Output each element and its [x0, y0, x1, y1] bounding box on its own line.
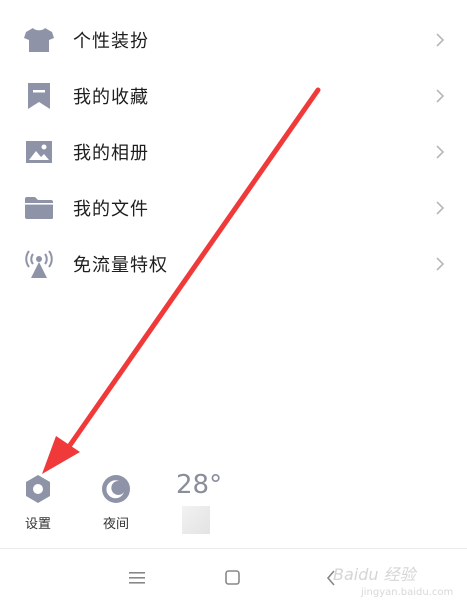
- watermark-brand: Baidu 经验: [333, 565, 416, 584]
- weather-widget[interactable]: 28°: [176, 470, 236, 536]
- home-icon[interactable]: [222, 567, 246, 589]
- moon-icon: [102, 475, 130, 503]
- menu-item-files[interactable]: 我的文件: [0, 180, 467, 236]
- menu-item-label: 个性装扮: [73, 31, 149, 52]
- gear-icon: [26, 475, 50, 503]
- settings-label: 设置: [24, 517, 51, 532]
- settings-button[interactable]: 设置: [8, 470, 68, 532]
- temperature-text: 28°: [176, 470, 223, 500]
- menu-item-favorites[interactable]: 我的收藏: [0, 68, 467, 124]
- folder-icon: [24, 193, 54, 223]
- menu-item-album[interactable]: 我的相册: [0, 124, 467, 180]
- menu-icon[interactable]: [126, 567, 150, 589]
- system-nav-bar: Baidu 经验 jingyan.baidu.com: [0, 548, 467, 607]
- chevron-right-icon: [436, 89, 445, 103]
- menu-item-data-free[interactable]: 免流量特权: [0, 236, 467, 292]
- chevron-right-icon: [436, 145, 445, 159]
- signal-tower-icon: [24, 249, 54, 279]
- chevron-right-icon: [436, 33, 445, 47]
- menu-item-label: 我的文件: [73, 199, 149, 220]
- menu-item-label: 我的收藏: [73, 87, 149, 108]
- chevron-right-icon: [436, 201, 445, 215]
- chevron-right-icon: [436, 257, 445, 271]
- night-mode-label: 夜间: [102, 517, 129, 532]
- drawer-menu: 个性装扮 我的收藏 我的相册 我的文件 免流量特权: [0, 12, 467, 292]
- menu-item-dress-up[interactable]: 个性装扮: [0, 12, 467, 68]
- weather-icon: [182, 506, 210, 534]
- night-mode-button[interactable]: 夜间: [86, 470, 146, 532]
- tshirt-icon: [24, 25, 54, 55]
- menu-item-label: 我的相册: [73, 143, 149, 164]
- bookmark-icon: [24, 81, 54, 111]
- baidu-jingyan-watermark: Baidu 经验 jingyan.baidu.com: [333, 561, 453, 601]
- photo-icon: [24, 137, 54, 167]
- menu-item-label: 免流量特权: [73, 255, 168, 276]
- watermark-url: jingyan.baidu.com: [361, 587, 454, 598]
